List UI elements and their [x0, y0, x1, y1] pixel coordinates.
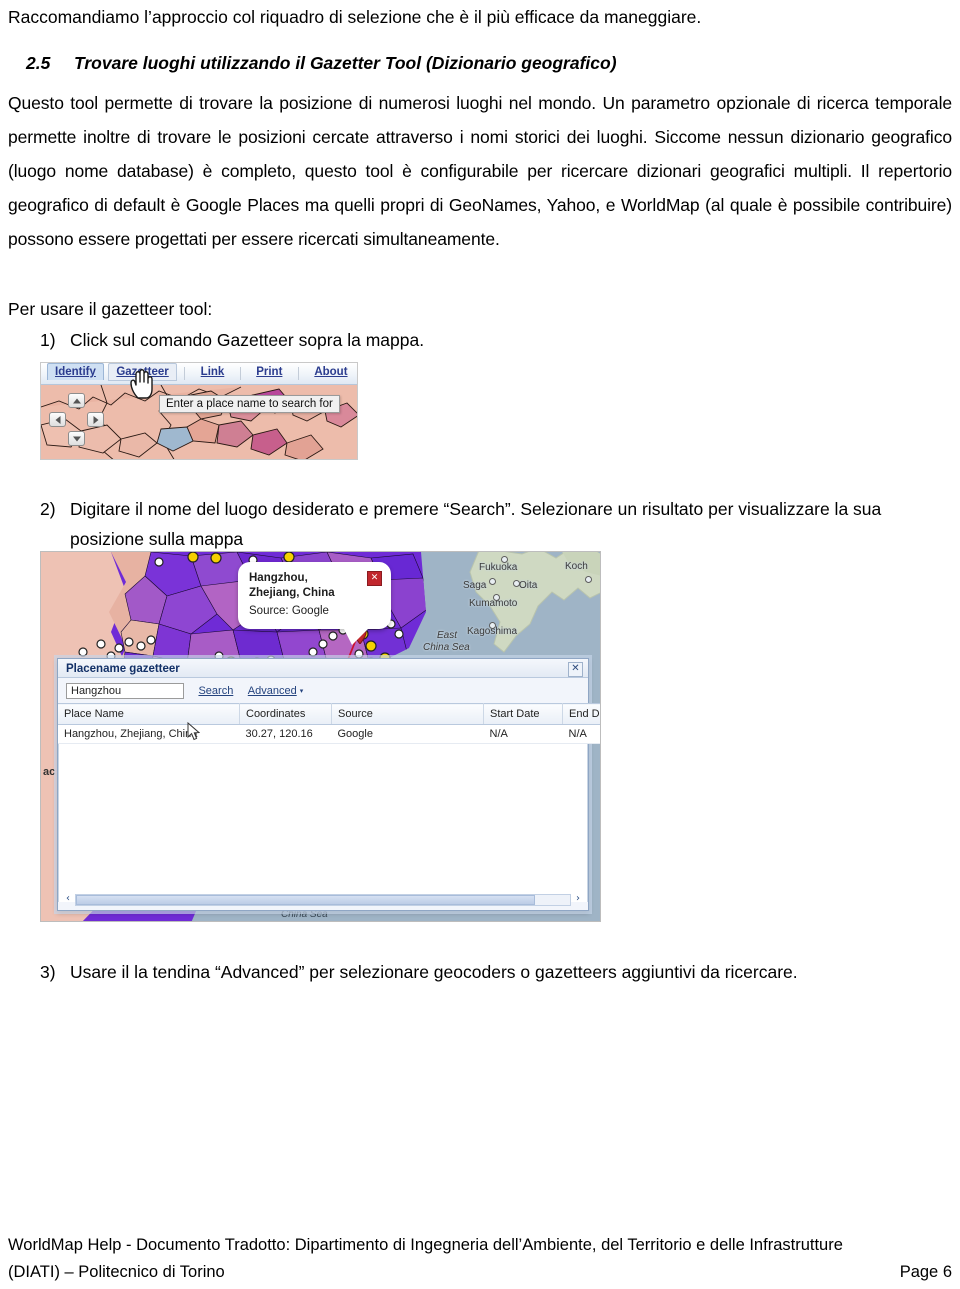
- column-header-coordinates[interactable]: Coordinates: [239, 703, 332, 725]
- map-partial-label: ac: [43, 766, 56, 778]
- search-link[interactable]: Search: [198, 685, 233, 697]
- scrollbar-track[interactable]: [75, 893, 571, 906]
- gazetteer-tooltip: Enter a place name to search for: [159, 395, 340, 413]
- column-header-place-name[interactable]: Place Name: [58, 703, 240, 725]
- placename-gazetteer-dialog: Placename gazetteer ✕ Search Advanced▾ P…: [57, 658, 600, 911]
- cell-end-date: N/A: [562, 724, 600, 744]
- section-number: 2.5: [26, 53, 51, 73]
- balloon-subtitle: Source: Google: [249, 605, 329, 617]
- pan-up-icon[interactable]: [68, 393, 85, 408]
- map-info-balloon: Hangzhou, Zhejiang, China Source: Google…: [238, 562, 391, 645]
- map-city-dot: [489, 578, 496, 585]
- intro-line: Per usare il gazetteer tool:: [8, 299, 213, 319]
- pan-right-icon[interactable]: [87, 412, 104, 427]
- footer-page-number: Page 6: [899, 1263, 952, 1281]
- step-text-1: Click sul comando Gazetteer sopra la map…: [70, 330, 425, 350]
- balloon-close-icon[interactable]: ✕: [367, 571, 382, 586]
- toolbar-item-about[interactable]: About: [306, 363, 355, 380]
- column-header-start-date[interactable]: Start Date: [483, 703, 563, 725]
- gazetteer-search-input[interactable]: [66, 682, 184, 699]
- pan-left-icon[interactable]: [49, 412, 66, 427]
- figure-gazetteer-screenshot: Fukuoka Koch Saga Oita Kumamoto Kagoshim…: [40, 551, 601, 922]
- body-paragraph-block: Questo tool permette di trovare la posiz…: [8, 86, 952, 256]
- map-label-fukuoka: Fukuoka: [479, 562, 518, 573]
- toolbar-item-link[interactable]: Link: [193, 363, 233, 380]
- step-item-2: 2) Digitare il nome del luogo desiderato…: [40, 494, 952, 554]
- map-pan-control[interactable]: [49, 393, 105, 449]
- step-text-2: Digitare il nome del luogo desiderato e …: [70, 499, 882, 549]
- dialog-titlebar: Placename gazetteer ✕: [58, 659, 588, 678]
- page-footer: WorldMap Help - Documento Tradotto: Dipa…: [8, 1232, 952, 1286]
- map-city-dot: [513, 580, 520, 587]
- gazetteer-map: Fukuoka Koch Saga Oita Kumamoto Kagoshim…: [41, 552, 600, 921]
- dialog-horizontal-scrollbar[interactable]: ‹ ›: [61, 893, 585, 906]
- cell-start-date: N/A: [483, 724, 563, 744]
- map-label-saga: Saga: [463, 580, 487, 591]
- map-city-dot: [493, 594, 500, 601]
- toolbar-separator: [239, 367, 241, 380]
- balloon-title: Hangzhou, Zhejiang, China: [249, 572, 335, 599]
- advanced-link[interactable]: Advanced: [248, 685, 297, 697]
- dialog-results-area: [58, 744, 588, 902]
- map-label-east: East: [437, 630, 458, 641]
- gazetteer-results-table: Place Name Coordinates Source Start Date…: [58, 703, 600, 744]
- step-text-3: Usare il la tendina “Advanced” per selez…: [70, 962, 798, 982]
- worldmap-toolbar: Identify Gazetteer Link Print About Goog…: [41, 363, 357, 385]
- pan-down-icon[interactable]: [68, 431, 85, 446]
- document-page: Raccomandiamo l’approccio col riquadro d…: [0, 0, 960, 1289]
- footer-line-2: (DIATI) – Politecnico di Torino Page 6: [8, 1259, 952, 1286]
- column-header-source[interactable]: Source: [331, 703, 484, 725]
- cell-source: Google: [331, 724, 484, 744]
- dialog-close-icon[interactable]: ✕: [568, 662, 583, 677]
- toolbar-item-identify[interactable]: Identify: [47, 363, 104, 380]
- section-heading: 2.5 Trovare luoghi utilizzando il Gazette…: [26, 50, 950, 76]
- map-label-oita: Oita: [519, 580, 538, 591]
- toolbar-separator: [184, 367, 186, 380]
- scroll-right-icon[interactable]: ›: [571, 893, 585, 906]
- scrollbar-thumb[interactable]: [76, 894, 536, 905]
- toolbar-item-print[interactable]: Print: [248, 363, 290, 380]
- table-row[interactable]: Hangzhou, Zhejiang, China 30.27, 120.16 …: [58, 724, 600, 744]
- map-city-dot: [489, 622, 496, 629]
- chevron-down-icon[interactable]: ▾: [300, 687, 304, 695]
- step-item-3: 3) Usare il la tendina “Advanced” per se…: [40, 957, 940, 987]
- step-number-1: 1): [40, 330, 56, 350]
- hand-cursor-icon: [130, 369, 153, 399]
- step-item-1: 1) Click sul comando Gazetteer sopra la …: [40, 325, 600, 355]
- dialog-search-row: Search Advanced▾: [58, 678, 588, 703]
- map-label-kochi: Koch: [565, 561, 588, 572]
- toolbar-separator: [297, 367, 299, 380]
- figure-toolbar-screenshot: Identify Gazetteer Link Print About Goog…: [40, 362, 358, 460]
- map-label-east-china-sea: China Sea: [423, 642, 470, 653]
- footer-line-1: WorldMap Help - Documento Tradotto: Dipa…: [8, 1236, 843, 1254]
- table-header-row: Place Name Coordinates Source Start Date…: [58, 703, 600, 725]
- footer-institution: (DIATI) – Politecnico di Torino: [8, 1263, 225, 1281]
- dialog-title-text: Placename gazetteer: [66, 663, 180, 675]
- step-number-2: 2): [40, 499, 56, 519]
- map-city-dot: [501, 556, 508, 563]
- column-header-end-date[interactable]: End Date: [562, 703, 600, 725]
- cell-coordinates: 30.27, 120.16: [239, 724, 332, 744]
- mouse-pointer-icon: [187, 722, 200, 741]
- lead-paragraph: Raccomandiamo l’approccio col riquadro d…: [8, 7, 702, 27]
- body-paragraph: Questo tool permette di trovare la posiz…: [8, 93, 952, 249]
- scroll-left-icon[interactable]: ‹: [61, 893, 75, 906]
- map-city-dot: [585, 576, 592, 583]
- step-number-3: 3): [40, 962, 56, 982]
- section-title: Trovare luoghi utilizzando il Gazetter T…: [74, 53, 617, 73]
- cell-place-name: Hangzhou, Zhejiang, China: [58, 724, 240, 744]
